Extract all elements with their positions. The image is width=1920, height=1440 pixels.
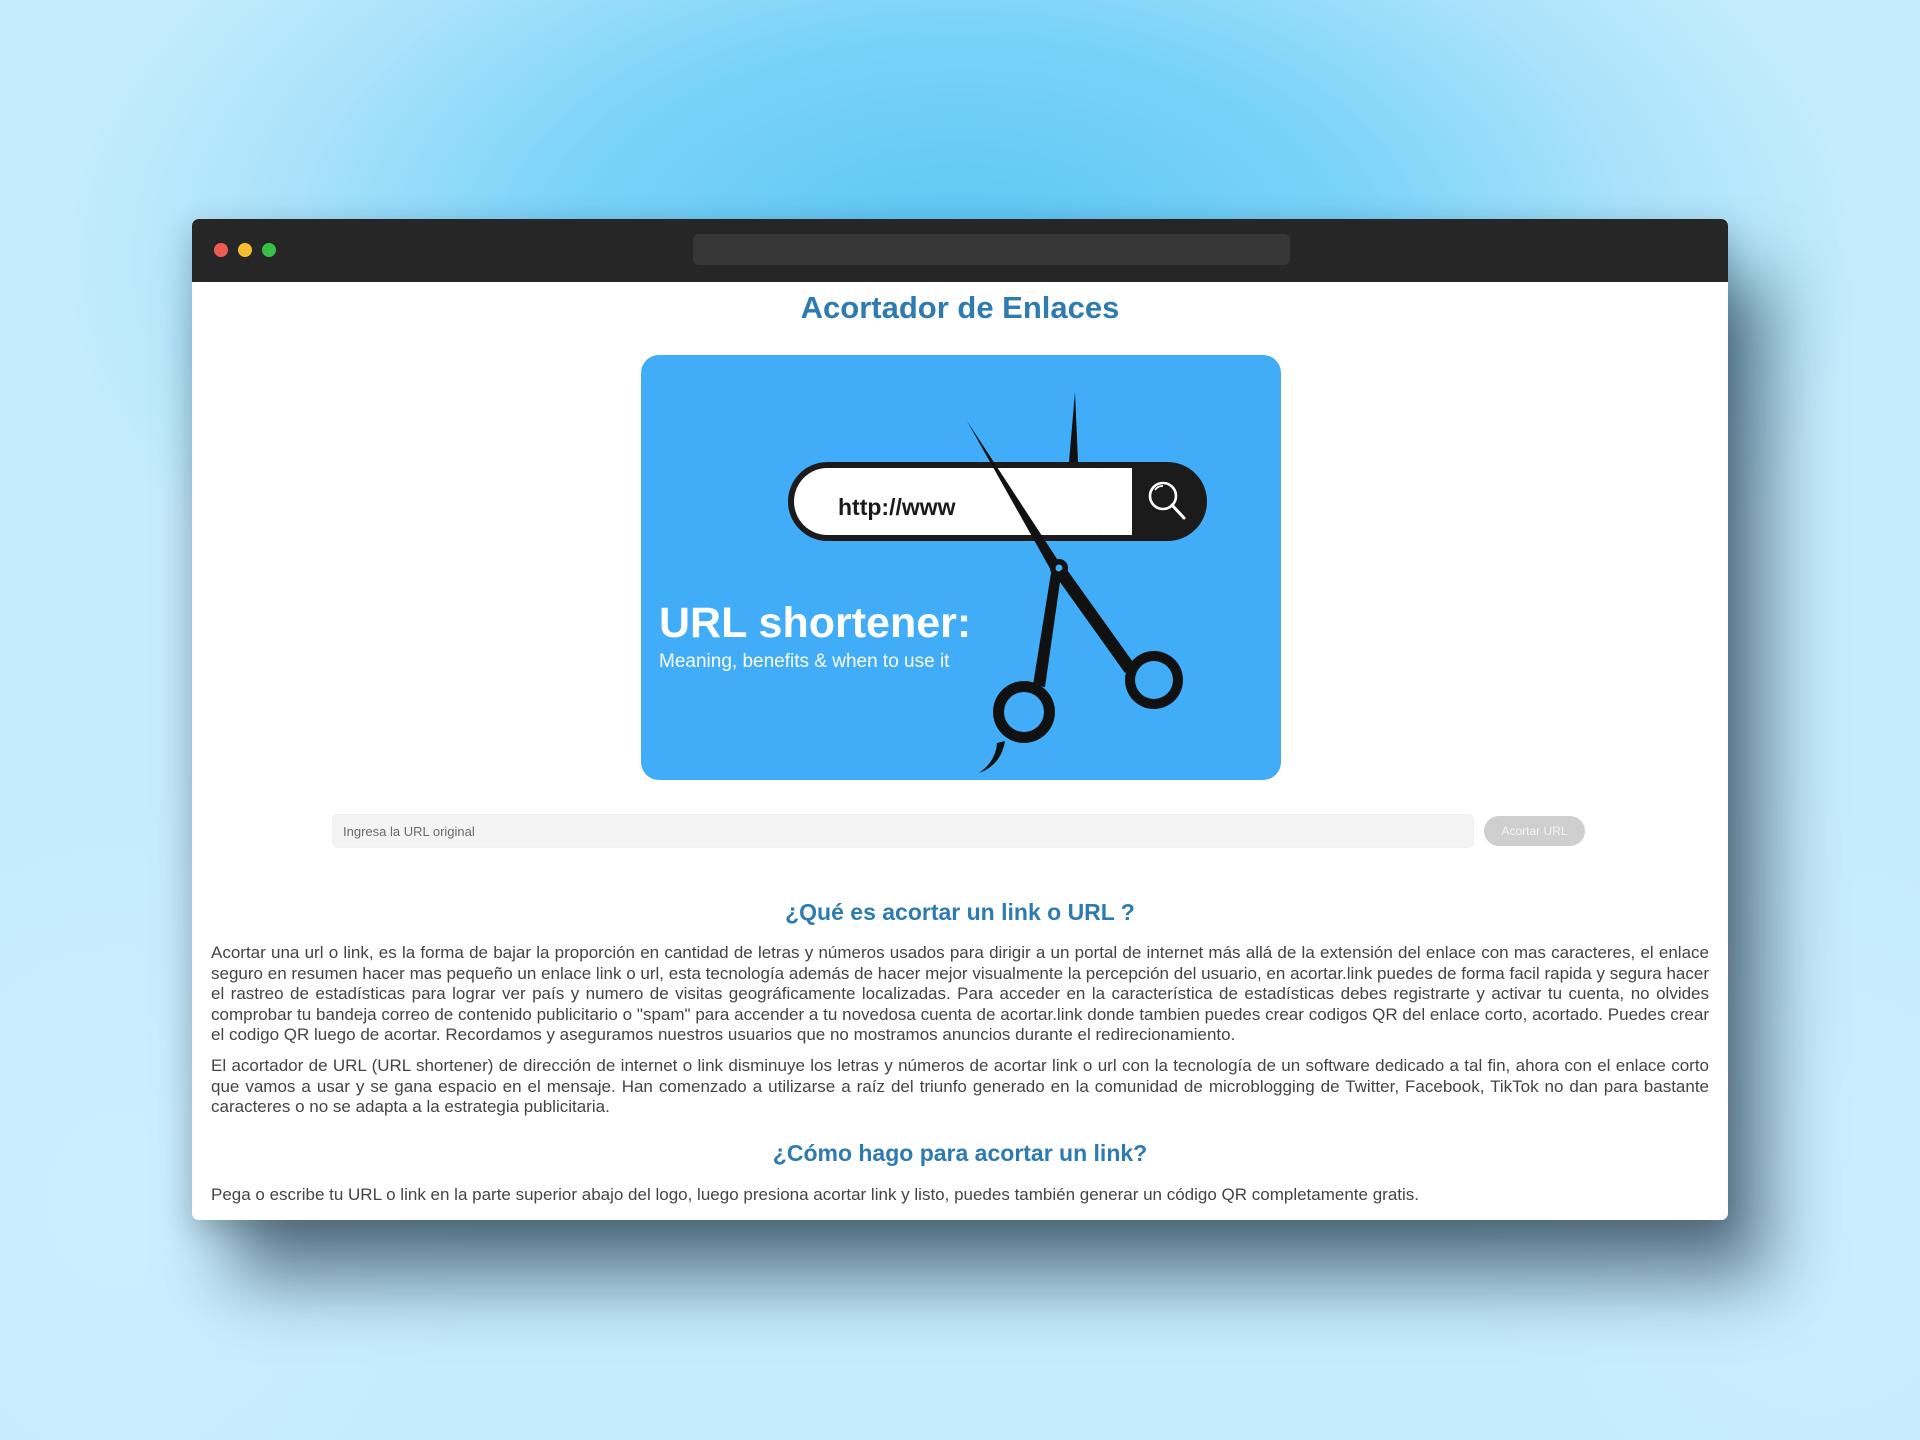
section-paragraph: El acortador de URL (URL shortener) de d…	[211, 1056, 1709, 1117]
hero-headline: URL shortener:	[659, 599, 971, 647]
minimize-window-button[interactable]	[238, 243, 252, 257]
browser-titlebar	[192, 219, 1728, 282]
section-heading-how-to: ¿Cómo hago para acortar un link?	[772, 1140, 1148, 1166]
section-heading-what-is: ¿Qué es acortar un link o URL ?	[785, 899, 1135, 925]
url-input[interactable]	[332, 814, 1474, 848]
page-content: Acortador de Enlaces http://www URL shor…	[192, 282, 1728, 1220]
hero-url-text: http://www	[838, 494, 956, 520]
hero-subheadline: Meaning, benefits & when to use it	[659, 651, 950, 672]
close-window-button[interactable]	[214, 243, 228, 257]
hero-banner-image: http://www URL shortener: Meaning, benef…	[641, 355, 1281, 780]
address-bar[interactable]	[693, 234, 1290, 265]
hero-illustration: http://www URL shortener: Meaning, benef…	[659, 392, 1207, 773]
section-paragraph: Acortar una url o link, es la forma de b…	[211, 943, 1709, 1045]
section-paragraph: Pega o escribe tu URL o link en la parte…	[211, 1185, 1420, 1204]
maximize-window-button[interactable]	[262, 243, 276, 257]
page-title: Acortador de Enlaces	[800, 290, 1120, 325]
shorten-form: Acortar URL	[332, 814, 1588, 848]
scissors-icon	[967, 392, 1183, 773]
shorten-url-button[interactable]: Acortar URL	[1484, 816, 1585, 846]
browser-window: Acortador de Enlaces http://www URL shor…	[192, 219, 1728, 1220]
